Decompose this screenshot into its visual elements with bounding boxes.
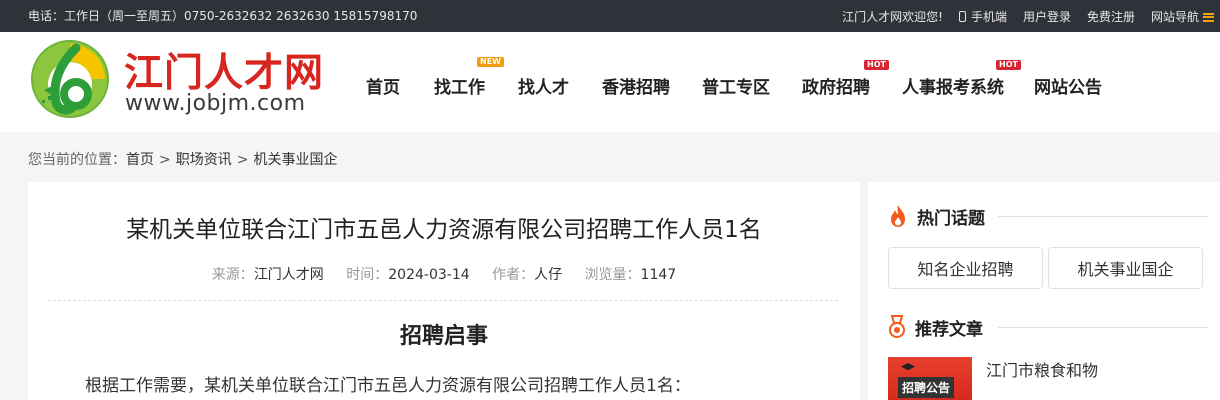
article-meta: 来源：江门人才网 时间：2024-03-14 作者：人仔 浏览量：1147	[28, 264, 860, 284]
brand-url: www.jobjm.com	[125, 91, 306, 116]
views-value: 1147	[640, 267, 677, 283]
section-divider	[998, 216, 1208, 217]
nav-find-talent[interactable]: 找人才	[518, 73, 569, 98]
breadcrumb-news[interactable]: 职场资讯	[176, 152, 232, 168]
contact-info: 电话：工作日（周一至周五）0750-2632632 2632630 158157…	[28, 9, 418, 23]
breadcrumb-separator: >	[159, 152, 171, 168]
section-divider	[998, 327, 1208, 328]
medal-icon	[889, 315, 905, 338]
breadcrumb-separator: >	[236, 152, 249, 168]
menu-icon	[1203, 12, 1214, 22]
nav-find-job[interactable]: 找工作	[434, 73, 485, 98]
author-label: 作者：	[492, 267, 535, 283]
nav-home[interactable]: 首页	[366, 73, 400, 98]
article-card: 某机关单位联合江门市五邑人力资源有限公司招聘工作人员1名 来源：江门人才网 时间…	[28, 182, 860, 400]
source-label: 来源：	[211, 267, 254, 283]
nav-exam-system[interactable]: 人事报考系统	[902, 73, 1004, 98]
mobile-link-label: 手机端	[970, 9, 1007, 24]
recommended-article-title[interactable]: 江门市粮食和物	[986, 357, 1098, 381]
site-nav-label: 网站导航	[1150, 9, 1199, 24]
nav-hk-jobs[interactable]: 香港招聘	[602, 73, 670, 98]
recommended-title: 推荐文章	[915, 319, 983, 340]
nav-announcements[interactable]: 网站公告	[1034, 73, 1102, 98]
welcome-text: 江门人才网欢迎您!	[842, 9, 943, 24]
flame-icon	[891, 205, 905, 227]
top-bar: 电话：工作日（周一至周五）0750-2632632 2632630 158157…	[0, 0, 1220, 32]
article-divider	[48, 300, 838, 301]
hot-topics-title: 热门话题	[917, 208, 985, 229]
nav-general-workers[interactable]: 普工专区	[702, 73, 770, 98]
site-nav-link[interactable]: 网站导航	[1151, 8, 1220, 25]
article-subheading: 招聘启事	[399, 324, 488, 349]
breadcrumb: 您当前的位置：首页 > 职场资讯 > 机关事业国企	[28, 149, 337, 169]
breadcrumb-category[interactable]: 机关事业国企	[253, 152, 337, 168]
hot-topics-header: 热门话题	[888, 202, 985, 230]
tag-government-jobs[interactable]: 机关事业国企	[1048, 247, 1203, 289]
author-value: 人仔	[534, 267, 563, 283]
article-title: 某机关单位联合江门市五邑人力资源有限公司招聘工作人员1名	[126, 217, 762, 243]
breadcrumb-label: 您当前的位置：	[28, 152, 126, 168]
new-badge: NEW	[477, 57, 504, 67]
time-value: 2024-03-14	[388, 267, 470, 283]
phone-icon	[958, 10, 966, 22]
breadcrumb-home[interactable]: 首页	[126, 152, 154, 168]
tag-famous-companies[interactable]: 知名企业招聘	[888, 247, 1043, 289]
time-label: 时间：	[346, 267, 389, 283]
recommended-header: 推荐文章	[888, 313, 983, 341]
sidebar: 热门话题 知名企业招聘 机关事业国企 推荐文章 招聘公告 江门市粮食和物	[868, 182, 1220, 400]
views-label: 浏览量：	[584, 267, 641, 283]
nav-gov-jobs[interactable]: 政府招聘	[802, 73, 870, 98]
thumbnail-label: 招聘公告	[898, 377, 955, 398]
hot-badge: HOT	[864, 60, 889, 70]
brand-name[interactable]: 江门人才网	[124, 42, 324, 98]
graduation-cap-icon	[901, 363, 915, 371]
article-body: 根据工作需要，某机关单位联合江门市五邑人力资源有限公司招聘工作人员1名：	[85, 376, 691, 396]
register-link[interactable]: 免费注册	[1087, 8, 1135, 25]
article-thumbnail[interactable]: 招聘公告	[888, 357, 972, 400]
mobile-link[interactable]: 手机端	[958, 8, 1007, 25]
top-bar-links: 江门人才网欢迎您! 手机端 用户登录 免费注册 网站导航	[842, 0, 1220, 32]
site-header: 江门人才网 www.jobjm.com 首页 找工作 NEW 找人才 香港招聘 …	[0, 32, 1220, 132]
site-logo-icon[interactable]	[30, 38, 110, 120]
hot-badge: HOT	[996, 60, 1021, 70]
source-value: 江门人才网	[253, 267, 324, 283]
login-link[interactable]: 用户登录	[1023, 8, 1071, 25]
